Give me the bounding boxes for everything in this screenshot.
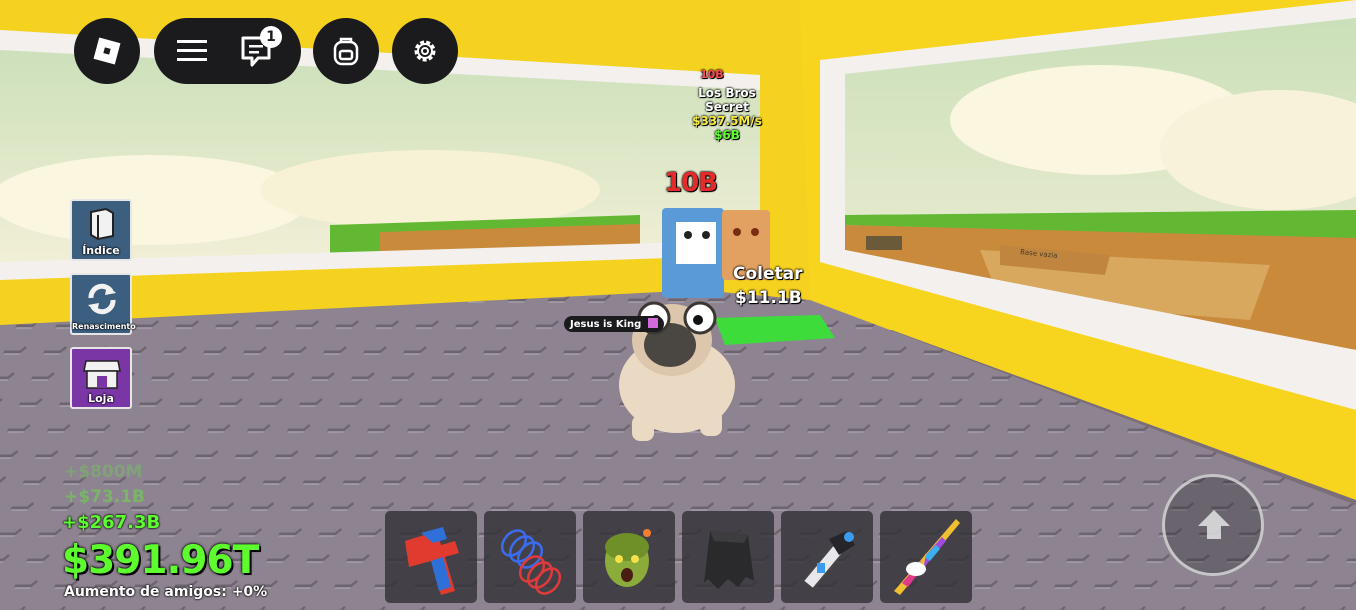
world-scene [0, 0, 1356, 610]
shop-icon [83, 360, 121, 389]
backpack-icon [333, 37, 359, 66]
pet-tag-overhead: 10B [700, 68, 724, 81]
zombie-head-icon [605, 529, 651, 587]
hotbar-slot-6[interactable] [880, 511, 972, 603]
pet-rate-label: $337.5M/s [692, 114, 762, 128]
emoji-icon [647, 318, 658, 328]
sidebar-item-renascimento[interactable]: Renascimento [70, 273, 136, 335]
chat-badge: 1 [260, 26, 282, 48]
collect-amount: $11.1B [735, 288, 802, 308]
coil-springs-icon [500, 529, 562, 595]
backpack-button[interactable] [313, 18, 379, 84]
chat-button[interactable]: 1 [240, 26, 282, 70]
hotbar-slot-1[interactable] [385, 511, 477, 603]
menu-chat-pill: 1 [154, 18, 301, 84]
faded-gain-1: +$800M [64, 462, 143, 482]
hamburger-icon [177, 40, 207, 61]
player-chat-text: Jesus is King [570, 319, 642, 330]
sidebar-item-loja[interactable]: Loja [70, 347, 132, 409]
pet-big-tag: 10B [664, 168, 718, 198]
faded-gain-2: +$73.1B [64, 487, 145, 507]
settings-button[interactable] [392, 18, 458, 84]
sidebar-item-label: Loja [88, 392, 114, 405]
player-chat-bubble: Jesus is King [564, 316, 664, 332]
hamburger-menu-button[interactable] [176, 37, 208, 65]
gear-icon [414, 40, 436, 62]
black-cape-icon [704, 531, 754, 589]
roblox-logo-icon [93, 37, 121, 65]
sidebar-item-label: Índice [82, 244, 120, 257]
book-icon [90, 207, 114, 241]
hotbar-slot-3[interactable] [583, 511, 675, 603]
recent-gain: +$267.3B [62, 512, 161, 533]
collect-label[interactable]: Coletar [733, 264, 803, 284]
refresh-icon [88, 283, 116, 315]
friend-boost-label: Aumento de amigos: +0% [64, 584, 268, 600]
sidebar-item-indice[interactable]: Índice [70, 199, 132, 261]
roblox-menu-button[interactable] [74, 18, 140, 84]
money-display: $391.96T [62, 538, 259, 583]
sidebar-item-label: Renascimento [72, 322, 136, 331]
game-viewport[interactable]: 10B Los Bros Secret $337.5M/s $6B 10B Co… [0, 0, 1356, 610]
pet-name-label: Los Bros [698, 86, 756, 100]
rainbow-unicorn-sword-icon [894, 519, 960, 595]
arrow-up-icon [1198, 510, 1230, 539]
red-blue-cross-icon [405, 527, 459, 595]
grapple-gun-icon [801, 531, 855, 591]
hotbar-slot-2[interactable] [484, 511, 576, 603]
pet-price-label: $6B [714, 128, 740, 142]
hotbar-slot-4[interactable] [682, 511, 774, 603]
jump-button[interactable] [1162, 474, 1264, 576]
pet-rarity-label: Secret [705, 100, 749, 114]
hotbar-slot-5[interactable] [781, 511, 873, 603]
